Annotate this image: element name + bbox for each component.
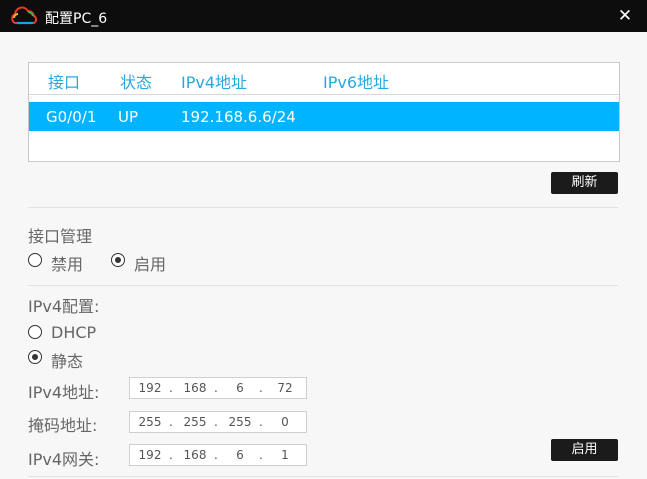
refresh-button[interactable]: 刷新 (551, 172, 618, 194)
octet-2[interactable]: 255 (180, 415, 210, 429)
radio-enable[interactable] (111, 253, 125, 267)
radio-enable-label: 启用 (134, 255, 167, 274)
row-ipv4: 192.168.6.6/24 (181, 108, 296, 126)
header-interface: 接口 (48, 73, 81, 92)
octet-1[interactable]: 192 (135, 448, 165, 462)
radio-selected-dot (114, 256, 121, 263)
table-row[interactable]: G0/0/1 UP 192.168.6.6/24 (29, 102, 619, 131)
octet-3[interactable]: 6 (225, 381, 255, 395)
divider (28, 207, 618, 208)
radio-dhcp[interactable] (28, 325, 42, 339)
octet-separator: . (214, 448, 218, 462)
octet-4[interactable]: 0 (270, 415, 300, 429)
row-interface: G0/0/1 (46, 108, 97, 126)
header-divider (29, 94, 619, 95)
octet-1[interactable]: 255 (135, 415, 165, 429)
octet-separator: . (259, 448, 263, 462)
octet-2[interactable]: 168 (180, 381, 210, 395)
radio-dhcp-label: DHCP (51, 323, 97, 342)
octet-separator: . (169, 448, 173, 462)
header-ipv6: IPv6地址 (323, 73, 390, 92)
close-button[interactable]: ✕ (612, 3, 638, 29)
ipv4-config-label: IPv4配置: (28, 297, 100, 316)
octet-1[interactable]: 192 (135, 381, 165, 395)
close-icon: ✕ (617, 6, 633, 26)
octet-separator: . (169, 381, 173, 395)
octet-separator: . (214, 381, 218, 395)
mask-input[interactable]: 255 . 255 . 255 . 0 (129, 411, 307, 433)
radio-selected-dot (31, 353, 38, 360)
octet-separator: . (259, 381, 263, 395)
octet-separator: . (259, 415, 263, 429)
octet-separator: . (169, 415, 173, 429)
radio-static[interactable] (28, 350, 42, 364)
title-bar: 配置PC_6 ✕ (0, 0, 647, 32)
row-status: UP (118, 108, 139, 126)
header-status: 状态 (120, 73, 153, 92)
octet-3[interactable]: 255 (225, 415, 255, 429)
radio-disable[interactable] (28, 253, 42, 267)
cloud-logo-icon (11, 6, 38, 25)
gateway-label: IPv4网关: (28, 450, 100, 469)
octet-3[interactable]: 6 (225, 448, 255, 462)
octet-separator: . (214, 415, 218, 429)
gateway-input[interactable]: 192 . 168 . 6 . 1 (129, 444, 307, 466)
interface-mgmt-label: 接口管理 (28, 227, 93, 246)
apply-button[interactable]: 启用 (551, 439, 618, 461)
ipv4-address-label: IPv4地址: (28, 383, 100, 402)
interface-table: 接口 状态 IPv4地址 IPv6地址 G0/0/1 UP 192.168.6.… (28, 62, 620, 162)
mask-label: 掩码地址: (28, 416, 98, 435)
window-title: 配置PC_6 (45, 11, 108, 27)
ipv4-address-input[interactable]: 192 . 168 . 6 . 72 (129, 377, 307, 399)
divider (28, 285, 618, 286)
radio-disable-label: 禁用 (51, 255, 84, 274)
octet-4[interactable]: 1 (270, 448, 300, 462)
octet-4[interactable]: 72 (270, 381, 300, 395)
divider (28, 476, 618, 477)
radio-static-label: 静态 (51, 352, 84, 371)
octet-2[interactable]: 168 (180, 448, 210, 462)
header-ipv4: IPv4地址 (181, 73, 248, 92)
